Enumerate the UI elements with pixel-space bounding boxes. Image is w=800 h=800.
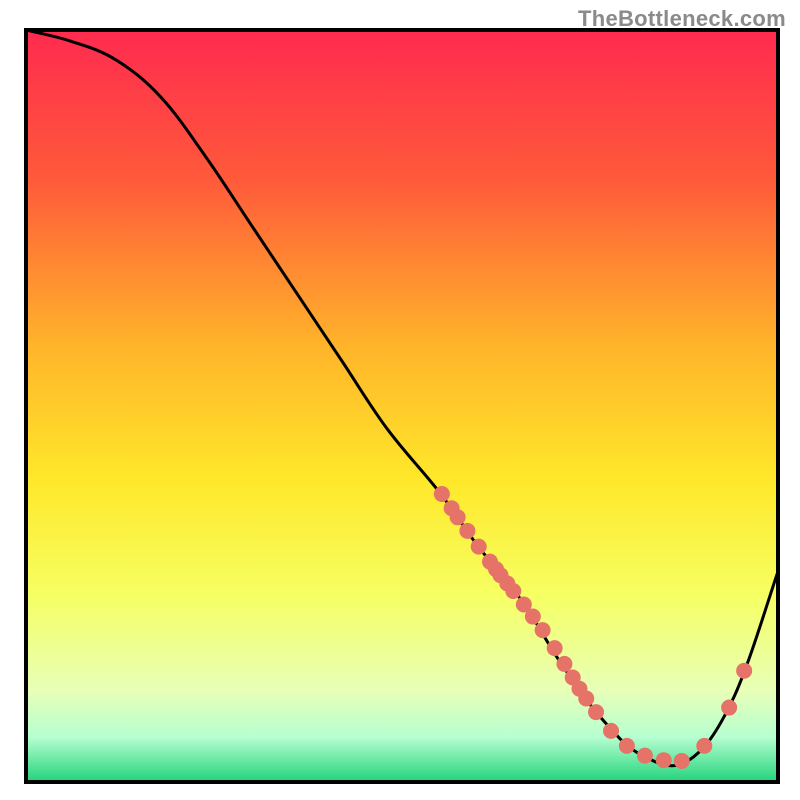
marker-dot	[525, 609, 541, 625]
marker-dot	[556, 656, 572, 672]
marker-dot	[471, 539, 487, 555]
background-gradient	[26, 30, 778, 782]
marker-dot	[535, 622, 551, 638]
marker-dot	[547, 640, 563, 656]
marker-dot	[637, 748, 653, 764]
marker-dot	[459, 523, 475, 539]
chart-stage: TheBottleneck.com	[0, 0, 800, 800]
bottleneck-chart	[0, 0, 800, 800]
marker-dot	[721, 700, 737, 716]
marker-dot	[656, 752, 672, 768]
marker-dot	[578, 691, 594, 707]
marker-dot	[736, 663, 752, 679]
marker-dot	[505, 583, 521, 599]
marker-dot	[434, 486, 450, 502]
marker-dot	[603, 723, 619, 739]
marker-dot	[674, 753, 690, 769]
marker-dot	[619, 738, 635, 754]
marker-dot	[450, 509, 466, 525]
marker-dot	[696, 738, 712, 754]
marker-dot	[588, 704, 604, 720]
watermark-text: TheBottleneck.com	[578, 6, 786, 32]
